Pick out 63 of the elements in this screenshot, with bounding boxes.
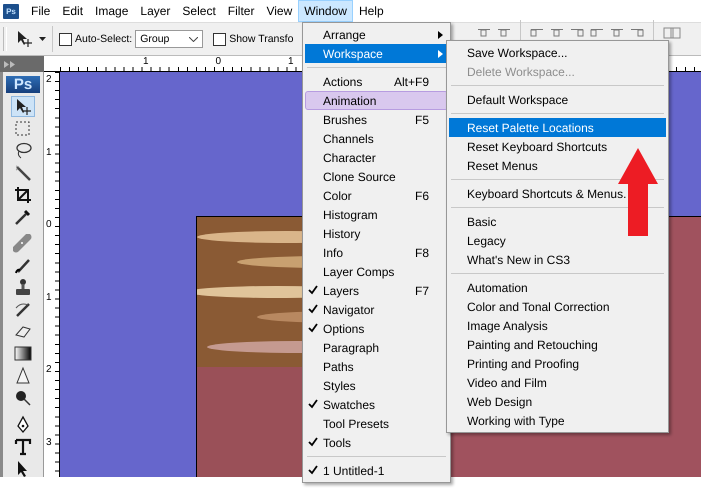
menu-item[interactable]: What's New in CS3 xyxy=(449,250,666,269)
menu[interactable]: Layer xyxy=(134,0,176,22)
menu-item[interactable]: Reset Palette Locations xyxy=(449,118,666,137)
menu-item[interactable]: Tools xyxy=(305,433,448,452)
menu[interactable]: Image xyxy=(89,0,134,22)
menu-item[interactable]: Paths xyxy=(305,357,448,376)
menu-item[interactable]: Animation xyxy=(305,91,448,110)
menu-item[interactable]: Clone Source xyxy=(305,167,448,186)
ruler-label: 1 xyxy=(46,148,52,158)
menu-item[interactable]: Workspace xyxy=(305,44,448,63)
ruler-label: 3 xyxy=(46,438,52,448)
ruler-label: 2 xyxy=(46,75,52,85)
dropdown[interactable]: Group xyxy=(135,30,204,48)
ruler-label: 0 xyxy=(216,57,222,67)
app-icon: Ps xyxy=(3,4,19,18)
menu-item[interactable]: Navigator xyxy=(305,300,448,319)
menu-item[interactable]: Layers F7 xyxy=(305,281,448,300)
menu-item[interactable]: Paragraph xyxy=(305,338,448,357)
menu-item[interactable]: 1 Untitled-1 xyxy=(305,461,448,480)
menu-item[interactable]: Histogram xyxy=(305,205,448,224)
menu[interactable]: Help xyxy=(352,0,390,22)
menu-item[interactable]: Color and Tonal Correction xyxy=(449,297,666,316)
menu-item[interactable]: History xyxy=(305,224,448,243)
menu[interactable]: Filter xyxy=(222,0,260,22)
menu-item[interactable]: Color F6 xyxy=(305,186,448,205)
checkbox-label: Show Transfo xyxy=(229,33,294,45)
menu[interactable]: File xyxy=(25,0,56,22)
menu-item[interactable]: Save Workspace... xyxy=(449,43,666,62)
menu[interactable]: Window xyxy=(298,0,353,22)
app-logo: Ps xyxy=(6,76,40,93)
menu-item[interactable]: Brushes F5 xyxy=(305,110,448,129)
menu-item[interactable]: Basic xyxy=(449,212,666,231)
menu-item[interactable]: Info F8 xyxy=(305,243,448,262)
menu-item[interactable]: Web Design xyxy=(449,392,666,411)
menu-item[interactable]: Styles xyxy=(305,376,448,395)
menu-item[interactable]: Swatches xyxy=(305,395,448,414)
menu-item[interactable]: Channels xyxy=(305,129,448,148)
menu-item[interactable]: Default Workspace xyxy=(449,90,666,109)
ruler-label: 1 xyxy=(288,57,294,67)
menu-item[interactable]: Automation xyxy=(449,278,666,297)
ruler-label: 2 xyxy=(46,365,52,375)
menu-item[interactable]: Legacy xyxy=(449,231,666,250)
menu-item[interactable]: Character xyxy=(305,148,448,167)
checkbox-label: Auto-Select: xyxy=(75,33,132,45)
menu-item[interactable]: Video and Film xyxy=(449,373,666,392)
menu-item[interactable]: Printing and Proofing xyxy=(449,354,666,373)
menu-item[interactable]: Arrange xyxy=(305,25,448,44)
menu-item[interactable]: Keyboard Shortcuts & Menus. xyxy=(449,184,666,203)
ruler-label: 0 xyxy=(46,220,52,230)
menu[interactable]: Select xyxy=(176,0,222,22)
menu-item[interactable]: Tool Presets xyxy=(305,414,448,433)
menu[interactable]: View xyxy=(260,0,298,22)
menu-item[interactable]: Options xyxy=(305,319,448,338)
menu-item[interactable]: Image Analysis xyxy=(449,316,666,335)
menu-item[interactable]: Layer Comps xyxy=(305,262,448,281)
menu[interactable]: Edit xyxy=(56,0,90,22)
menu-item[interactable]: Reset Menus xyxy=(449,156,666,175)
ruler-label: 1 xyxy=(143,57,149,67)
menu-item[interactable]: Painting and Retouching xyxy=(449,335,666,354)
ruler-label: 1 xyxy=(46,292,52,302)
menu-item[interactable]: Working with Type xyxy=(449,411,666,430)
menu-item[interactable]: Actions Alt+F9 xyxy=(305,72,448,91)
menu-item[interactable]: Reset Keyboard Shortcuts xyxy=(449,137,666,156)
